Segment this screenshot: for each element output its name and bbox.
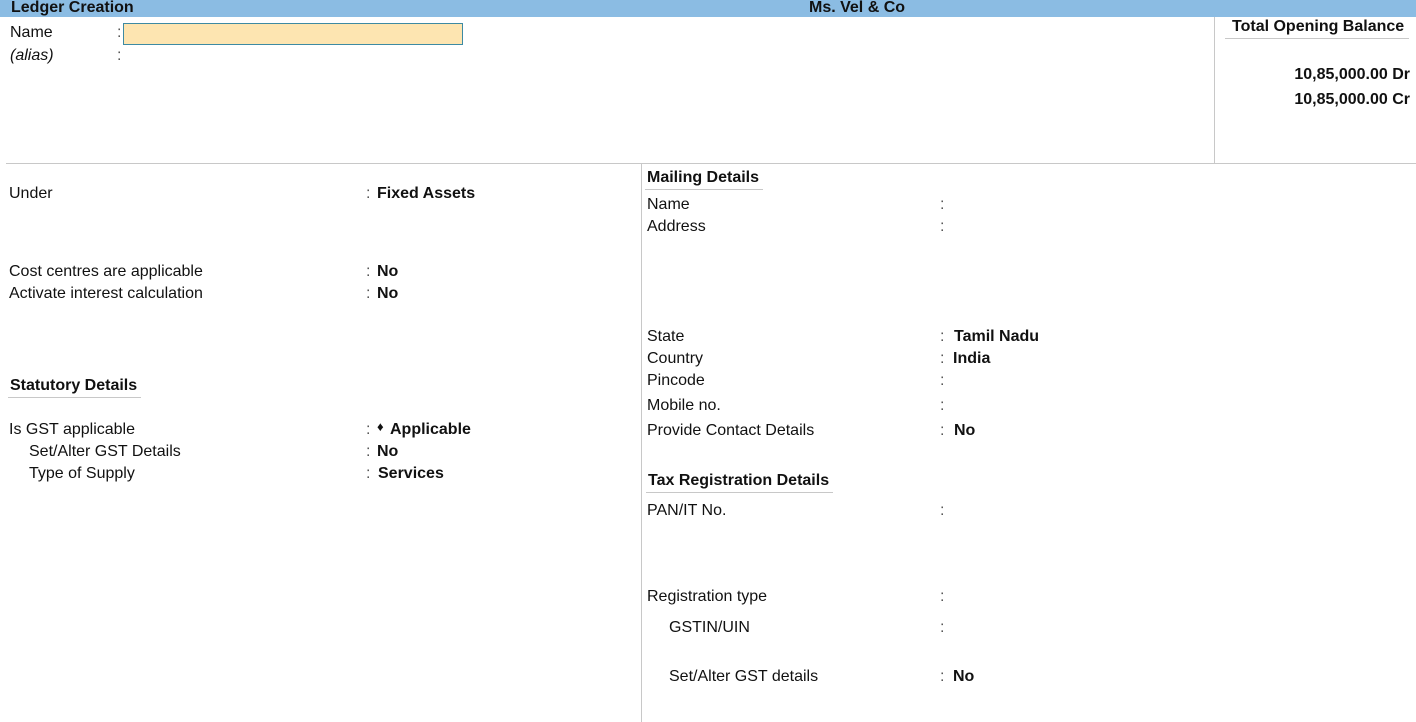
type-of-supply-label: Type of Supply: [29, 465, 135, 482]
type-of-supply-value[interactable]: Services: [378, 465, 444, 483]
state-colon: :: [940, 328, 945, 345]
pan-colon[interactable]: :: [940, 502, 944, 520]
set-alter-gst-colon: :: [366, 443, 371, 460]
gst-applicable-value[interactable]: Applicable: [390, 421, 471, 439]
company-name: Ms. Vel & Co: [809, 0, 906, 16]
contact-details-colon: :: [940, 422, 945, 439]
pan-label: PAN/IT No.: [647, 502, 727, 519]
interest-value[interactable]: No: [377, 285, 398, 303]
type-of-supply-colon: :: [366, 465, 371, 482]
mailing-name-label: Name: [647, 196, 690, 213]
state-label: State: [647, 328, 685, 345]
set-alter-gst-label: Set/Alter GST Details: [29, 443, 181, 460]
gst-applicable-colon: :: [366, 421, 371, 438]
alias-colon[interactable]: :: [117, 47, 121, 65]
mailing-address-colon[interactable]: :: [940, 218, 944, 236]
under-label: Under: [9, 185, 53, 202]
mobile-label: Mobile no.: [647, 397, 721, 414]
tax-registration-title: Tax Registration Details: [646, 472, 834, 493]
country-colon: :: [940, 350, 945, 367]
contact-details-label: Provide Contact Details: [647, 422, 815, 439]
screen-title: Ledger Creation: [11, 0, 134, 16]
balance-debit: 10,85,000.00 Dr: [1294, 66, 1410, 83]
gstin-colon[interactable]: :: [940, 619, 944, 637]
country-label: Country: [647, 350, 704, 367]
alias-label: (alias): [10, 47, 54, 64]
under-value[interactable]: Fixed Assets: [377, 185, 475, 203]
top-divider: [6, 163, 1416, 164]
mobile-colon[interactable]: :: [940, 397, 944, 415]
balance-title: Total Opening Balance: [1232, 18, 1405, 35]
tax-set-alter-label: Set/Alter GST details: [669, 668, 819, 685]
title-bar: Ledger Creation Ms. Vel & Co: [0, 0, 1416, 17]
pincode-label: Pincode: [647, 372, 705, 389]
diamond-bullet-icon: ♦: [377, 419, 384, 434]
state-value[interactable]: Tamil Nadu: [954, 328, 1039, 346]
set-alter-gst-value[interactable]: No: [377, 443, 398, 461]
mailing-details-title: Mailing Details: [645, 169, 764, 190]
under-colon: :: [366, 185, 371, 202]
cost-centres-label: Cost centres are applicable: [9, 263, 203, 280]
country-value[interactable]: India: [953, 350, 990, 368]
contact-details-value[interactable]: No: [954, 422, 975, 440]
mailing-address-label: Address: [647, 218, 706, 235]
balance-title-underline: [1225, 38, 1409, 39]
balance-credit: 10,85,000.00 Cr: [1294, 91, 1410, 108]
gstin-label: GSTIN/UIN: [669, 619, 750, 636]
name-colon: :: [117, 24, 122, 41]
tax-set-alter-value[interactable]: No: [953, 668, 974, 686]
interest-colon: :: [366, 285, 371, 302]
pincode-colon[interactable]: :: [940, 372, 944, 390]
balance-divider: [1214, 17, 1215, 163]
gst-applicable-label: Is GST applicable: [9, 421, 135, 438]
ledger-name-input[interactable]: [123, 23, 463, 45]
statutory-details-title: Statutory Details: [8, 377, 142, 398]
tax-set-alter-colon: :: [940, 668, 945, 685]
column-divider: [641, 163, 642, 722]
name-label: Name: [10, 24, 53, 41]
cost-centres-colon: :: [366, 263, 371, 280]
interest-label: Activate interest calculation: [9, 285, 203, 302]
mailing-name-colon[interactable]: :: [940, 196, 944, 214]
cost-centres-value[interactable]: No: [377, 263, 398, 281]
registration-type-label: Registration type: [647, 588, 768, 605]
registration-type-colon[interactable]: :: [940, 588, 944, 606]
